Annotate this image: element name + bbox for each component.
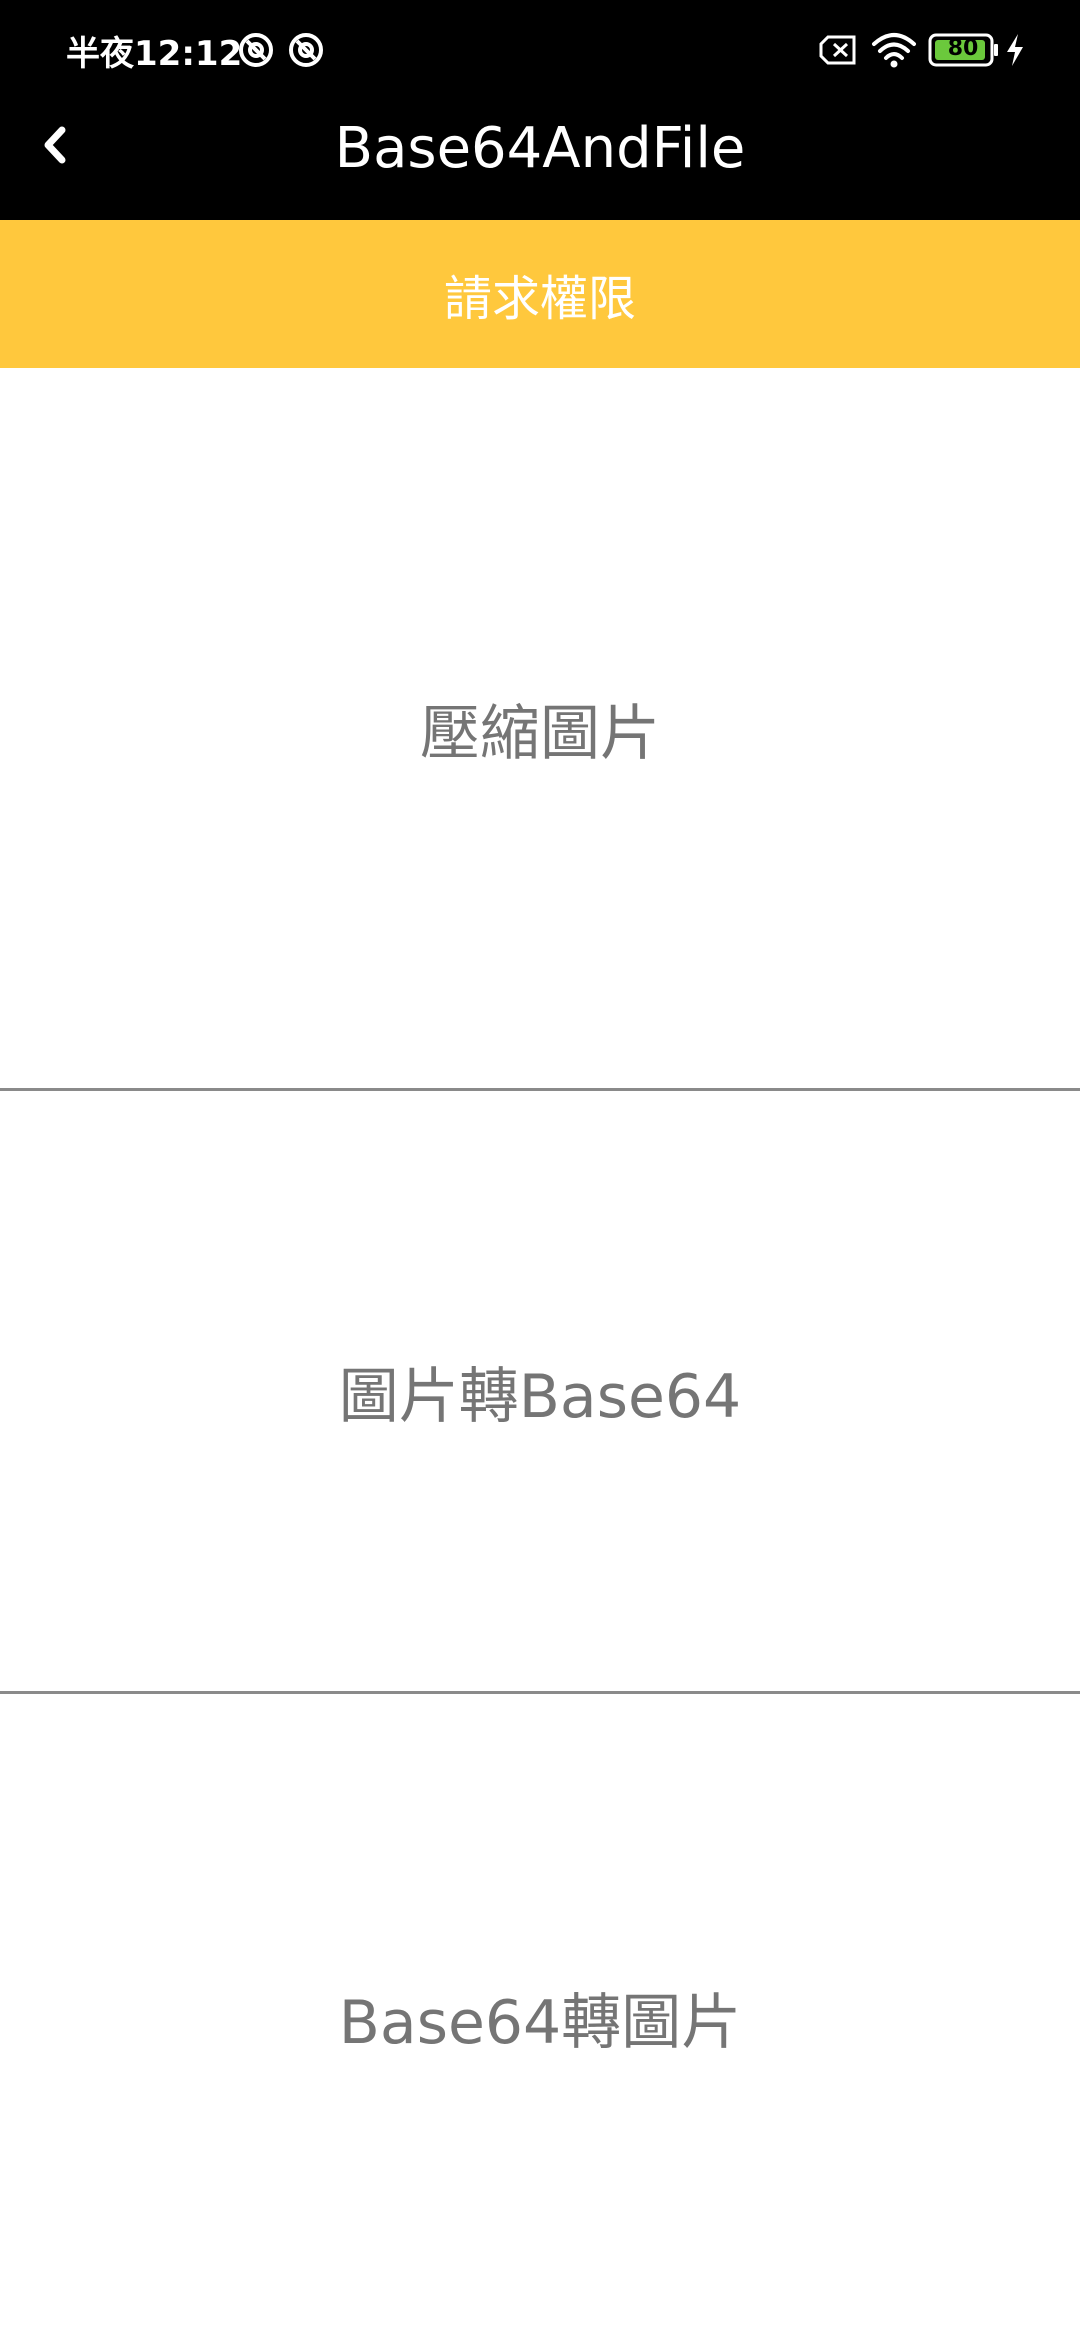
image-to-base64-label: 圖片轉Base64 [338, 1361, 742, 1432]
sim-disabled-icon [819, 35, 856, 65]
request-permission-label: 請求權限 [443, 271, 636, 327]
app-bar: Base64AndFile [0, 100, 1080, 220]
wifi-icon [872, 33, 916, 68]
image-to-base64-button[interactable]: 圖片轉Base64 [0, 1091, 1080, 1691]
page-title: Base64AndFile [334, 116, 746, 181]
battery-level: 80 [947, 36, 979, 61]
request-permission-button[interactable]: 請求權限 [0, 220, 1080, 368]
vpn-key-icon [239, 33, 273, 67]
base64-to-image-label: Base64轉圖片 [338, 1987, 742, 2058]
base64-to-image-button[interactable]: Base64轉圖片 [0, 1694, 1080, 2340]
status-bar: 半夜12:12 80 [0, 0, 1080, 100]
charging-bolt-icon [1007, 34, 1023, 66]
compress-image-button[interactable]: 壓縮圖片 [0, 368, 1080, 1088]
status-time: 半夜12:12 [66, 34, 243, 74]
compress-image-label: 壓縮圖片 [420, 698, 660, 769]
vpn-key-icon [289, 33, 323, 67]
